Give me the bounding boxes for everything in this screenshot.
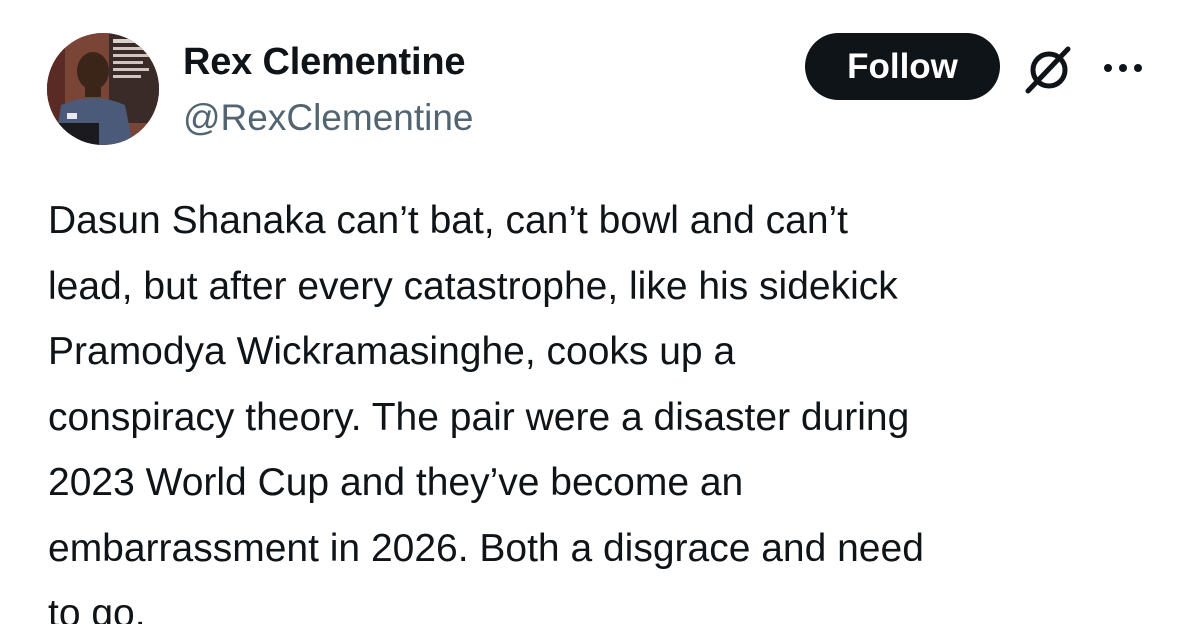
follow-button[interactable]: Follow [805, 33, 1000, 100]
tweet-text-line: embarrassment in 2026. Both a disgrace a… [48, 526, 924, 570]
tweet-text: Dasun Shanaka can’t bat, can’t bowl and … [48, 188, 1168, 624]
avatar[interactable] [47, 33, 159, 145]
more-options-icon[interactable] [1098, 56, 1148, 80]
tweet-text-line: Dasun Shanaka can’t bat, can’t bowl and … [48, 199, 849, 242]
author-handle[interactable]: @RexClementine [183, 96, 474, 140]
author-name[interactable]: Rex Clementine [183, 40, 465, 84]
grok-icon[interactable] [1022, 43, 1076, 97]
tweet-text-line: lead, but after every catastrophe, like … [48, 264, 898, 308]
tweet-text-line: Pramodya Wickramasinghe, cooks up a [48, 330, 736, 373]
tweet-text-line: conspiracy theory. The pair were a disas… [48, 395, 910, 439]
avatar-image [47, 33, 159, 145]
tweet-text-line: to go. [48, 592, 146, 624]
tweet-text-line: 2023 World Cup and they’ve become an [48, 461, 744, 504]
tweet-card: Rex Clementine @RexClementine Follow Das… [0, 0, 1200, 624]
